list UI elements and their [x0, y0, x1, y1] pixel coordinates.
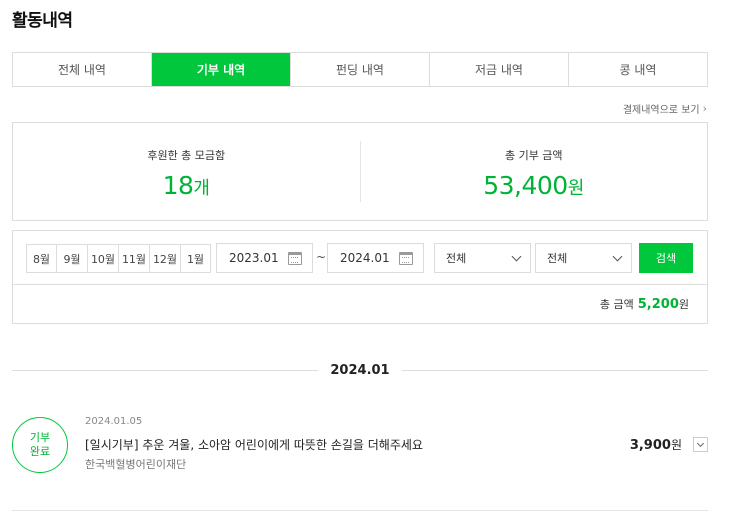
- date-group-label: 2024.01: [330, 362, 390, 378]
- count-value: 18: [162, 171, 194, 200]
- item-amount-unit: 원: [670, 438, 682, 452]
- month-buttons: 8월 9월 10월 11월 12월 1월: [26, 244, 211, 273]
- tab-bean[interactable]: 콩 내역: [569, 53, 707, 86]
- chevron-down-icon: [612, 251, 623, 261]
- list-bottom-divider: [12, 510, 708, 511]
- status-select-value: 전체: [547, 252, 568, 265]
- divider-line: [12, 369, 319, 371]
- amount-unit: 원: [567, 178, 585, 199]
- list-item[interactable]: 기부 완료 2024.01.05 [일시기부] 추운 겨울, 소아암 어린이에게…: [12, 414, 708, 476]
- category-select-value: 전체: [446, 252, 467, 265]
- activity-tabs: 전체 내역 기부 내역 펀딩 내역 저금 내역 콩 내역: [12, 52, 708, 87]
- page-title: 활동내역: [12, 11, 73, 31]
- amount-label: 총 기부 금액: [504, 149, 563, 162]
- chevron-right-icon: ›: [702, 102, 707, 115]
- status-badge-line2: 완료: [29, 445, 51, 458]
- chevron-down-icon: [511, 251, 522, 261]
- tab-donation[interactable]: 기부 내역: [152, 53, 291, 86]
- summary-panel: 후원한 총 모금함 18 개 총 기부 금액 53,400 원: [12, 122, 708, 221]
- amount-value-wrap: 53,400 원: [483, 171, 584, 200]
- expand-button[interactable]: [693, 437, 708, 452]
- search-button[interactable]: 검색: [639, 243, 693, 273]
- item-organization: 한국백혈병어린이재단: [85, 458, 187, 471]
- item-amount: 3,900 원: [630, 436, 682, 453]
- filter-controls: 8월 9월 10월 11월 12월 1월 2023.01 ~ 2024.01 전…: [13, 231, 707, 285]
- filtered-total: 총 금액 5,200 원: [600, 296, 689, 312]
- amount-value: 53,400: [483, 171, 568, 200]
- payment-history-label: 결제내역으로 보기: [622, 105, 700, 116]
- month-button-oct[interactable]: 10월: [87, 244, 119, 273]
- month-button-aug[interactable]: 8월: [26, 244, 57, 273]
- payment-history-link[interactable]: 결제내역으로 보기 ›: [623, 101, 707, 116]
- filter-panel: 8월 9월 10월 11월 12월 1월 2023.01 ~ 2024.01 전…: [12, 230, 708, 324]
- status-select[interactable]: 전체: [535, 243, 632, 273]
- tab-funding[interactable]: 펀딩 내역: [291, 53, 430, 86]
- divider-line: [401, 369, 708, 371]
- calendar-icon: [399, 251, 413, 265]
- count-label: 후원한 총 모금함: [147, 149, 226, 162]
- end-date-input[interactable]: 2024.01: [327, 243, 424, 273]
- month-button-sep[interactable]: 9월: [56, 244, 88, 273]
- summary-amount: 총 기부 금액 53,400 원: [361, 123, 708, 220]
- count-value-wrap: 18 개: [163, 171, 210, 200]
- tab-all[interactable]: 전체 내역: [13, 53, 152, 86]
- total-label: 총 금액: [599, 298, 634, 311]
- category-select[interactable]: 전체: [434, 243, 531, 273]
- status-badge-line1: 기부: [29, 431, 51, 444]
- date-group-header: 2024.01: [12, 360, 708, 380]
- status-badge: 기부 완료: [12, 417, 68, 473]
- item-title[interactable]: [일시기부] 추운 겨울, 소아암 어린이에게 따뜻한 손길을 더해주세요: [85, 436, 423, 453]
- total-amount: 5,200: [637, 297, 679, 312]
- month-button-nov[interactable]: 11월: [118, 244, 150, 273]
- tab-savings[interactable]: 저금 내역: [430, 53, 569, 86]
- summary-count: 후원한 총 모금함 18 개: [13, 123, 360, 220]
- item-date: 2024.01.05: [85, 416, 143, 427]
- date-range-separator: ~: [316, 250, 327, 264]
- start-date-input[interactable]: 2023.01: [216, 243, 313, 273]
- calendar-icon: [288, 251, 302, 265]
- chevron-down-icon: [696, 439, 705, 448]
- total-unit: 원: [678, 298, 689, 311]
- month-button-dec[interactable]: 12월: [149, 244, 181, 273]
- item-amount-value: 3,900: [629, 438, 671, 453]
- count-unit: 개: [193, 178, 210, 199]
- start-date-value: 2023.01: [229, 251, 279, 265]
- end-date-value: 2024.01: [340, 251, 390, 265]
- month-button-jan[interactable]: 1월: [180, 244, 211, 273]
